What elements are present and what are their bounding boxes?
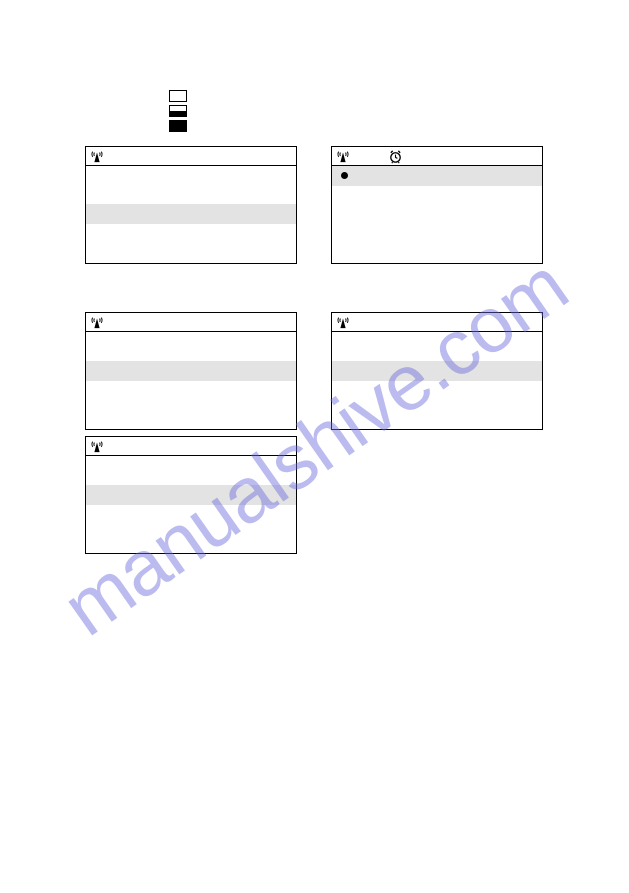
antenna-icon: [90, 315, 104, 329]
panel-header: [86, 313, 296, 332]
highlighted-row: [86, 204, 296, 224]
panel-row: [85, 312, 589, 430]
highlighted-row: [332, 166, 542, 186]
antenna-icon: [336, 149, 350, 163]
display-panel: [85, 146, 297, 264]
legend-box-black: [169, 120, 187, 132]
legend-item: [169, 90, 589, 102]
panel-header: [332, 147, 542, 166]
antenna-icon: [90, 439, 104, 453]
panel-header: [86, 147, 296, 166]
clock-icon: [388, 149, 403, 164]
antenna-icon: [336, 315, 350, 329]
highlighted-row: [332, 361, 542, 381]
selection-dot-icon: [341, 172, 348, 179]
display-panel: [85, 312, 297, 430]
display-panel: [331, 312, 543, 430]
display-panel: [85, 436, 297, 554]
legend-item: [169, 105, 589, 117]
panel-row: [85, 436, 589, 554]
antenna-icon: [90, 149, 104, 163]
panel-header: [332, 313, 542, 332]
document-page: [85, 90, 589, 602]
legend-box-half: [169, 105, 187, 117]
panel-header: [86, 437, 296, 456]
highlighted-row: [86, 361, 296, 381]
legend: [169, 90, 589, 132]
legend-item: [169, 120, 589, 132]
display-panel: [331, 146, 543, 264]
highlighted-row: [86, 485, 296, 505]
panel-row: [85, 146, 589, 264]
legend-box-white: [169, 90, 187, 102]
